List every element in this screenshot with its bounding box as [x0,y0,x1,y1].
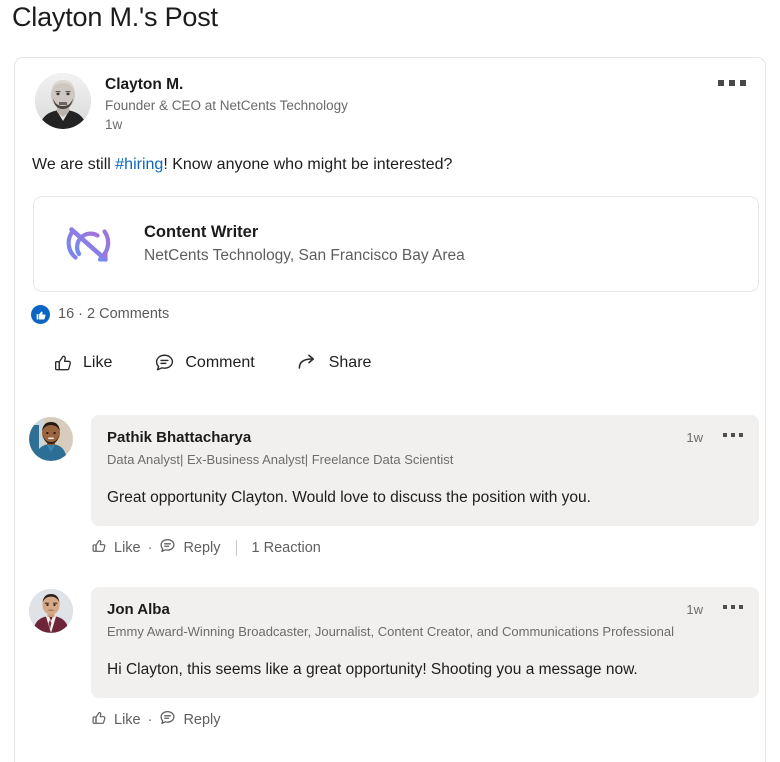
comment-bubble: Pathik Bhattacharya Data Analyst| Ex-Bus… [91,415,759,526]
like-reaction-icon [31,305,50,324]
commenter-avatar[interactable] [29,589,73,633]
jon-avatar-image [29,589,73,633]
commenter-avatar[interactable] [29,417,73,461]
dot [731,433,735,437]
comment-reply-label: Reply [183,539,221,556]
hashtag-hiring[interactable]: #hiring [115,156,163,173]
page-title: Clayton M.'s Post [12,2,218,32]
comment-item: Pathik Bhattacharya Data Analyst| Ex-Bus… [29,415,759,558]
share-arrow-icon [297,353,319,373]
dot [723,605,727,609]
comment-reply-label: Reply [183,711,221,728]
post-action-bar: Like Comment Share [53,352,371,373]
post-timestamp: 1w [105,117,123,132]
post-header: Clayton M. Founder & CEO at NetCents Tec… [35,73,348,134]
comment-item: Jon Alba Emmy Award-Winning Broadcaster,… [29,587,759,730]
netcents-logo-icon [60,218,118,270]
thumbs-up-icon [53,353,73,373]
comment-text: Great opportunity Clayton. Would love to… [107,489,591,506]
comment-more-options-icon[interactable] [723,433,743,437]
job-card[interactable]: Content Writer NetCents Technology, San … [33,196,759,292]
comment-more-options-icon[interactable] [723,605,743,609]
dot [723,433,727,437]
author-block: Clayton M. Founder & CEO at NetCents Tec… [105,73,348,134]
share-button-label: Share [328,353,372,371]
dot [718,80,724,86]
pathik-avatar-image [29,417,73,461]
divider [235,539,237,556]
dot [740,80,746,86]
comment-timestamp: 1w [686,430,703,445]
post-text-before: We are still [32,156,116,173]
author-avatar[interactable] [35,73,91,129]
counts-text: 16 · 2 Comments [58,306,170,322]
job-info: Content Writer NetCents Technology, San … [144,221,465,267]
separator-dot: · [147,539,153,556]
dot [729,80,735,86]
comment-text: Hi Clayton, this seems like a great oppo… [107,661,638,678]
separator-dot: · [147,711,153,728]
thumbs-up-icon [91,710,107,730]
comment-reply-button[interactable]: Reply [159,709,221,730]
thumbs-up-icon [91,538,107,558]
comment-bubble: Jon Alba Emmy Award-Winning Broadcaster,… [91,587,759,698]
author-headline: Founder & CEO at NetCents Technology [105,98,348,113]
commenter-headline: Emmy Award-Winning Broadcaster, Journali… [107,624,674,639]
comment-actions: Like · Reply 1 Reaction [91,537,759,558]
dot [739,433,743,437]
post-text-after: ! Know anyone who might be interested? [163,156,453,173]
comment-bubble-icon [154,352,175,373]
comment-actions: Like · Reply [91,709,759,730]
comment-bubble-icon [159,537,176,558]
author-name[interactable]: Clayton M. [105,75,348,94]
comment-bubble-icon [159,709,176,730]
comment-button[interactable]: Comment [154,352,255,373]
clayton-avatar-image [35,73,91,129]
social-counts[interactable]: 16 · 2 Comments [31,305,169,324]
commenter-name[interactable]: Pathik Bhattacharya [107,428,743,448]
like-button-label: Like [83,353,113,371]
job-company-location: NetCents Technology, San Francisco Bay A… [144,247,465,264]
linkedin-post-page: Clayton M.'s Post Clayton M. Founder & C… [0,0,780,762]
dot [739,605,743,609]
commenter-headline: Data Analyst| Ex-Business Analyst| Freel… [107,452,454,467]
commenter-name[interactable]: Jon Alba [107,600,743,620]
comment-timestamp: 1w [686,602,703,617]
comment-like-button[interactable]: Like [91,538,141,558]
share-button[interactable]: Share [297,353,372,373]
like-button[interactable]: Like [53,353,112,373]
comment-button-label: Comment [185,353,255,371]
post-text: We are still #hiring! Know anyone who mi… [32,154,452,176]
comment-reply-button[interactable]: Reply [159,537,221,558]
comment-like-button[interactable]: Like [91,710,141,730]
comment-like-label: Like [114,711,141,728]
post-more-options-icon[interactable] [714,76,750,90]
dot [731,605,735,609]
comment-like-label: Like [114,539,141,556]
post-card: Clayton M. Founder & CEO at NetCents Tec… [14,57,766,762]
comment-reactions-count[interactable]: 1 Reaction [252,540,321,556]
job-title: Content Writer [144,223,259,241]
